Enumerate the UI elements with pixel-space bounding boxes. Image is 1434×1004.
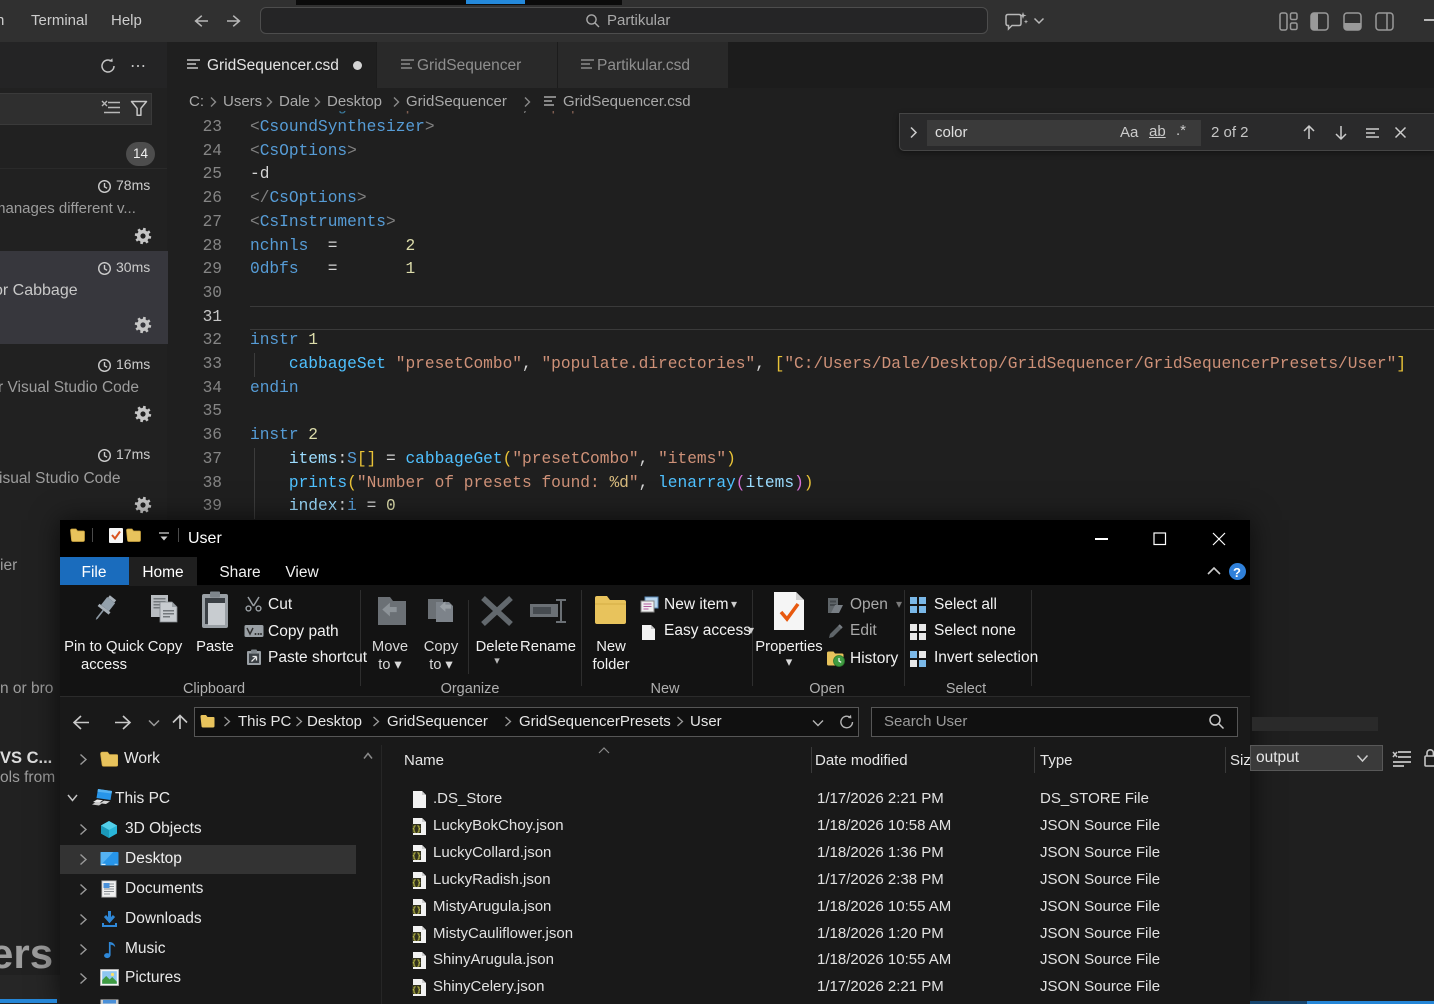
svg-text:{}: {} (412, 826, 421, 834)
svg-text:{}: {} (412, 933, 421, 941)
svg-text:{}: {} (412, 853, 421, 861)
svg-text:{}: {} (412, 987, 421, 995)
svg-text:{}: {} (412, 880, 421, 888)
svg-text:{}: {} (412, 907, 421, 915)
svg-text:{}: {} (412, 960, 421, 968)
